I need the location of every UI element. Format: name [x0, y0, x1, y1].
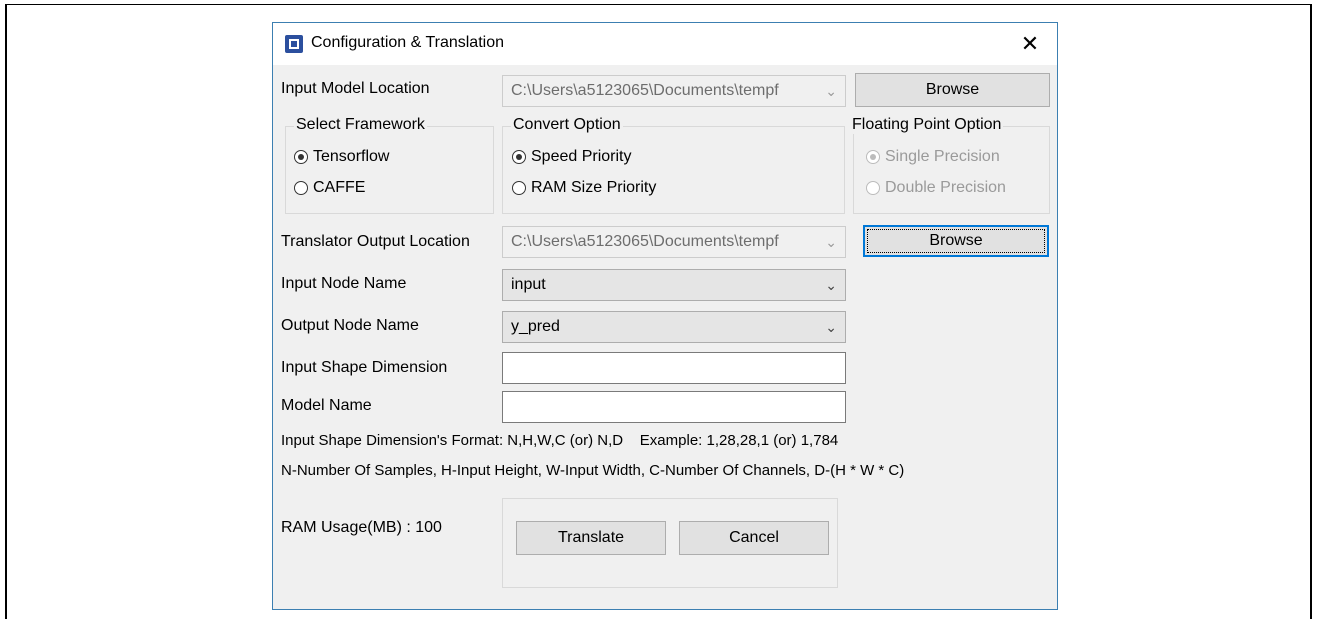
- input-model-location-value: C:\Users\a5123065\Documents\tempf: [511, 82, 779, 99]
- radio-caffe[interactable]: CAFFE: [294, 179, 365, 197]
- output-node-name-label: Output Node Name: [281, 317, 419, 334]
- chevron-down-icon: ⌄: [825, 83, 837, 99]
- chevron-down-icon: ⌄: [825, 319, 837, 335]
- radio-speed-priority[interactable]: Speed Priority: [512, 148, 632, 166]
- select-framework-title: Select Framework: [294, 116, 427, 134]
- dialog-title: Configuration & Translation: [311, 34, 504, 51]
- output-node-name-select[interactable]: y_pred ⌄: [502, 311, 846, 343]
- radio-double-precision[interactable]: Double Precision: [866, 179, 1006, 197]
- radio-tensorflow-label: Tensorflow: [313, 148, 390, 165]
- convert-option-group: Convert Option Speed Priority RAM Size P…: [502, 116, 845, 214]
- radio-tensorflow[interactable]: Tensorflow: [294, 148, 389, 166]
- radio-unselected-icon: [866, 181, 880, 195]
- input-node-name-label: Input Node Name: [281, 275, 407, 292]
- radio-unselected-icon: [294, 181, 308, 195]
- radio-single-precision[interactable]: Single Precision: [866, 148, 1000, 166]
- input-model-browse-button[interactable]: Browse: [855, 73, 1050, 107]
- action-button-group: Translate Cancel: [502, 498, 838, 588]
- model-name-label: Model Name: [281, 397, 372, 414]
- shape-format-hint: Input Shape Dimension's Format: N,H,W,C …: [281, 432, 839, 449]
- radio-selected-icon: [866, 150, 880, 164]
- radio-double-precision-label: Double Precision: [885, 179, 1006, 196]
- input-model-location-label: Input Model Location: [281, 80, 430, 97]
- translator-output-location-label: Translator Output Location: [281, 233, 470, 250]
- output-node-name-value: y_pred: [511, 318, 560, 335]
- radio-ram-size-priority[interactable]: RAM Size Priority: [512, 179, 656, 197]
- radio-unselected-icon: [512, 181, 526, 195]
- configuration-dialog: Configuration & Translation ✕ Input Mode…: [272, 22, 1058, 610]
- input-node-name-value: input: [511, 276, 546, 293]
- radio-single-precision-label: Single Precision: [885, 148, 1000, 165]
- model-name-field[interactable]: [502, 391, 846, 423]
- input-shape-dimension-field[interactable]: [502, 352, 846, 384]
- cancel-button[interactable]: Cancel: [679, 521, 829, 555]
- radio-speed-priority-label: Speed Priority: [531, 148, 632, 165]
- convert-option-title: Convert Option: [511, 116, 623, 134]
- input-shape-dimension-label: Input Shape Dimension: [281, 359, 448, 376]
- close-icon[interactable]: ✕: [1013, 27, 1047, 61]
- title-bar: Configuration & Translation ✕: [273, 23, 1057, 65]
- floating-point-option-group: Floating Point Option Single Precision D…: [850, 116, 1050, 214]
- translate-button[interactable]: Translate: [516, 521, 666, 555]
- floating-point-option-title: Floating Point Option: [850, 116, 1004, 134]
- translator-output-location-combo[interactable]: C:\Users\a5123065\Documents\tempf ⌄: [502, 226, 846, 258]
- radio-caffe-label: CAFFE: [313, 179, 366, 196]
- app-chip-icon: [285, 35, 303, 53]
- ram-usage-label: RAM Usage(MB) : 100: [281, 519, 442, 536]
- radio-selected-icon: [512, 150, 526, 164]
- select-framework-group: Select Framework Tensorflow CAFFE: [285, 116, 494, 214]
- translator-output-location-value: C:\Users\a5123065\Documents\tempf: [511, 233, 779, 250]
- radio-selected-icon: [294, 150, 308, 164]
- radio-ram-size-priority-label: RAM Size Priority: [531, 179, 657, 196]
- translator-output-browse-label: Browse: [929, 232, 983, 249]
- input-model-location-combo[interactable]: C:\Users\a5123065\Documents\tempf ⌄: [502, 75, 846, 107]
- translator-output-browse-button[interactable]: Browse: [863, 225, 1049, 257]
- input-node-name-select[interactable]: input ⌄: [502, 269, 846, 301]
- chevron-down-icon: ⌄: [825, 234, 837, 250]
- chevron-down-icon: ⌄: [825, 277, 837, 293]
- dimension-legend-hint: N-Number Of Samples, H-Input Height, W-I…: [281, 462, 905, 479]
